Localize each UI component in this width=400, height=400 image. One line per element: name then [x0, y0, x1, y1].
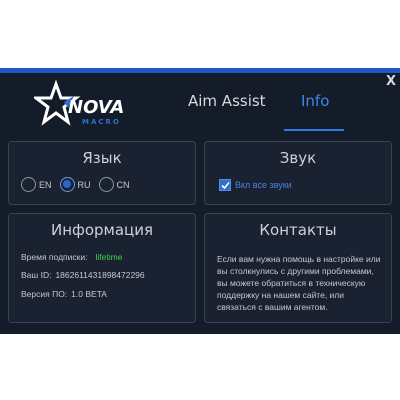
subscription-row: Время подписки: lifetime [21, 252, 122, 262]
close-button[interactable]: X [386, 74, 396, 89]
tab-info[interactable]: Info [301, 92, 329, 110]
radio-cn-circle [98, 177, 114, 192]
language-panel: Язык EN RU CN [8, 141, 196, 205]
checkmark-icon [221, 181, 230, 190]
all-sounds-label: Вкл все звуки [235, 180, 292, 190]
radio-ru-circle [59, 177, 75, 192]
subscription-value: lifetime [95, 252, 123, 262]
subscription-label: Время подписки: [21, 252, 88, 262]
all-sounds-toggle[interactable]: Вкл все звуки [219, 179, 292, 191]
contacts-text: Если вам нужна помощь в настройке или вы… [217, 254, 381, 312]
window-top-accent [0, 68, 400, 73]
nova-macro-logo: NOVA MACRO [34, 80, 124, 126]
radio-cn[interactable]: CN [98, 177, 130, 192]
language-title: Язык [82, 149, 122, 167]
info-panel: Информация Время подписки: lifetime Ваш I… [8, 213, 196, 323]
sound-title: Звук [279, 149, 317, 167]
info-title: Информация [50, 221, 154, 239]
logo-sub-text: MACRO [82, 118, 121, 126]
version-label: Версия ПО: [21, 289, 68, 299]
tab-aim-assist[interactable]: Aim Assist [188, 92, 266, 110]
radio-ru[interactable]: RU [59, 177, 91, 192]
tab-info-underline [284, 129, 344, 131]
version-row: Версия ПО: 1.0 BETA [21, 289, 107, 299]
logo-brand-text: NOVA [68, 97, 124, 118]
radio-en-circle [21, 177, 36, 192]
contacts-panel: Контакты Если вам нужна помощь в настрой… [204, 213, 392, 323]
radio-ru-label: RU [77, 179, 91, 190]
checkbox[interactable] [219, 179, 231, 191]
contacts-title: Контакты [259, 221, 337, 239]
id-value: 1862611431898472296 [55, 270, 145, 280]
id-row: Ваш ID: 1862611431898472296 [21, 270, 145, 280]
radio-cn-label: CN [116, 179, 130, 190]
version-value: 1.0 BETA [71, 289, 107, 299]
radio-en[interactable]: EN [21, 177, 52, 192]
id-label: Ваш ID: [21, 270, 52, 280]
language-options: EN RU CN [21, 177, 132, 192]
sound-panel: Звук Вкл все звуки [204, 141, 392, 205]
radio-en-label: EN [39, 179, 52, 190]
